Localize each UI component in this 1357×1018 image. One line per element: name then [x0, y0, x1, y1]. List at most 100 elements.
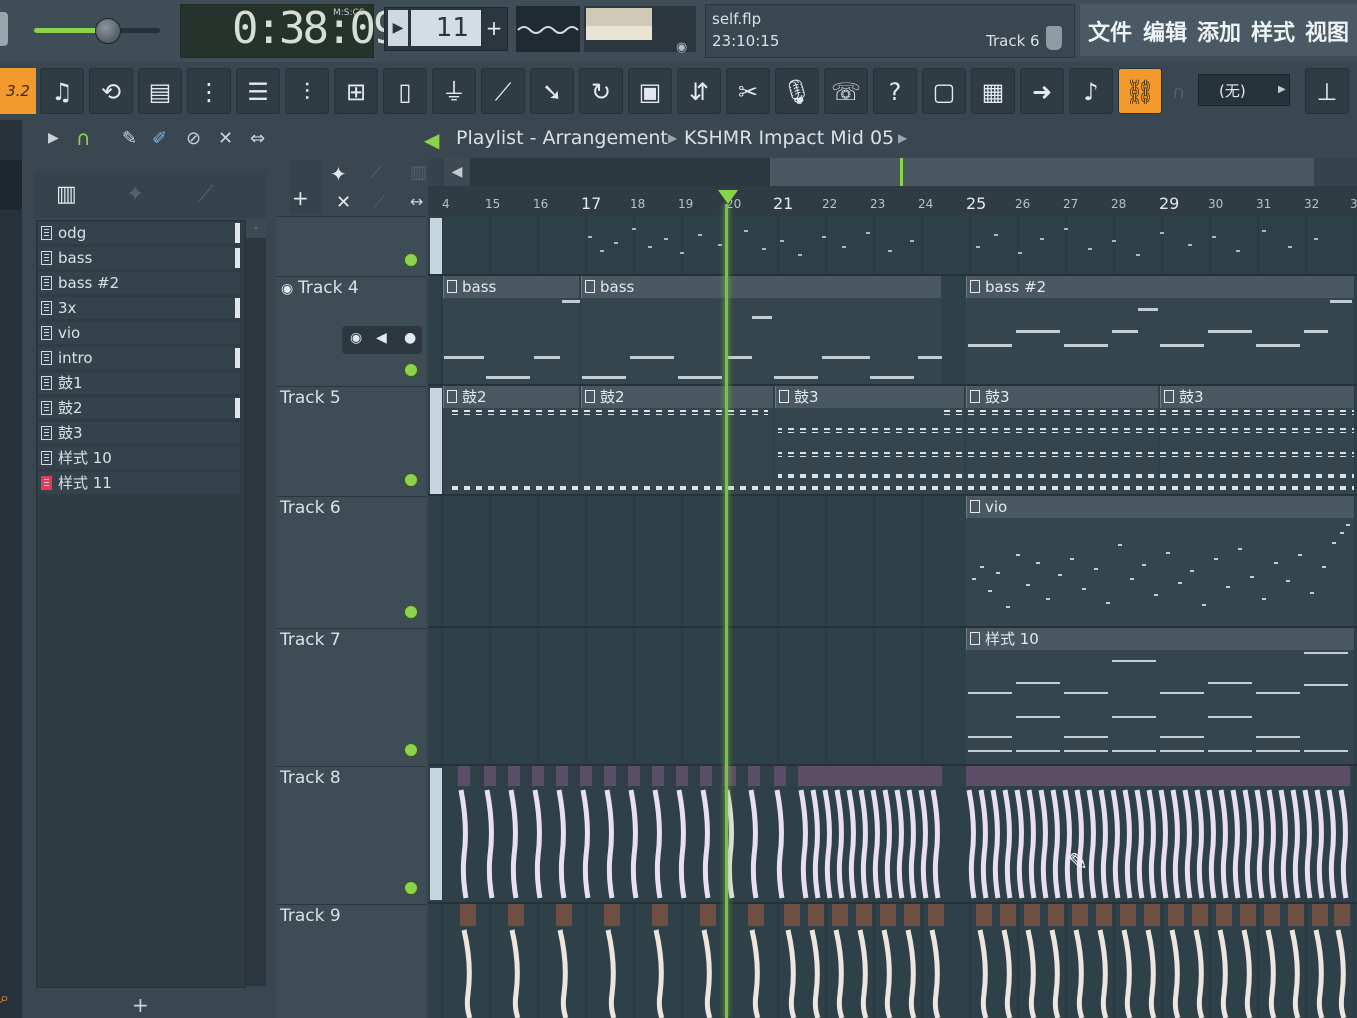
piano-icon[interactable]: ▥: [410, 162, 427, 183]
add-track-button[interactable]: +: [292, 186, 309, 210]
clip-header[interactable]: 样式 10: [966, 628, 1354, 650]
clip-header[interactable]: 鼓2: [443, 386, 579, 408]
curve-icon[interactable]: ⟋: [374, 192, 385, 212]
scroll-minus-button[interactable]: -: [246, 220, 266, 238]
pattern-item[interactable]: vio: [38, 322, 240, 344]
track-enable-led[interactable]: [404, 253, 418, 267]
master-volume-knob[interactable]: [95, 18, 121, 44]
pattern-list-scrollbar[interactable]: [246, 220, 266, 986]
chevron-left-icon[interactable]: ◀: [444, 158, 470, 186]
pencil-icon[interactable]: ✎: [122, 128, 137, 149]
stretch-icon[interactable]: ↔: [410, 192, 423, 211]
pattern-item[interactable]: 3x: [38, 297, 240, 319]
clip-header[interactable]: 鼓3: [775, 386, 964, 408]
clip-header[interactable]: 鼓3: [1160, 386, 1354, 408]
pattern-item[interactable]: bass #2: [38, 272, 240, 294]
track-name[interactable]: Track 6: [280, 498, 341, 518]
mute-icon[interactable]: ✕: [218, 128, 233, 149]
track-name[interactable]: Track 9: [280, 906, 341, 926]
pattern-selector[interactable]: (无): [1198, 74, 1290, 106]
render-icon[interactable]: ⇵: [677, 68, 721, 114]
clipboard-icon[interactable]: ▯: [383, 68, 427, 114]
mixer-icon[interactable]: ⫶: [285, 68, 329, 114]
overview-selection[interactable]: [770, 158, 1314, 186]
magnet-icon[interactable]: ∩: [76, 126, 91, 150]
pattern-item[interactable]: 鼓1: [38, 372, 240, 394]
keyboard-icon[interactable]: ▦: [971, 68, 1015, 114]
play-triangle-icon[interactable]: ▶: [388, 10, 408, 46]
pattern-item[interactable]: 样式 10: [38, 447, 240, 469]
download-icon[interactable]: ➘: [530, 68, 574, 114]
speaker-icon[interactable]: ◀: [424, 128, 439, 152]
piano-keys-icon[interactable]: ▥: [56, 182, 77, 207]
pattern-item[interactable]: bass: [38, 247, 240, 269]
automation-icon[interactable]: ⟋: [198, 182, 213, 207]
track-name[interactable]: Track 4: [298, 278, 359, 298]
tempo-field[interactable]: 11: [411, 10, 481, 46]
clip-header[interactable]: bass #2: [966, 276, 1354, 298]
audio-wave-icon[interactable]: ✦: [330, 162, 347, 186]
pattern-item[interactable]: odg: [38, 222, 240, 244]
add-pattern-button[interactable]: +: [132, 993, 149, 1017]
help-icon[interactable]: ?: [873, 68, 917, 114]
clip-header[interactable]: bass: [443, 276, 579, 298]
search-icon[interactable]: ⌕: [0, 988, 9, 1008]
window-icon[interactable]: ▢: [922, 68, 966, 114]
solo-dot-icon[interactable]: ●: [404, 330, 416, 346]
track-enable-led[interactable]: [404, 473, 418, 487]
slip-icon[interactable]: ⇔: [250, 128, 265, 149]
plugin-icon[interactable]: ⏚: [432, 68, 476, 114]
clip-header[interactable]: 鼓3: [966, 386, 1158, 408]
pitch-display[interactable]: 3.2: [0, 68, 36, 114]
audio-clip-icon[interactable]: ✦: [126, 182, 144, 207]
step-seq-icon[interactable]: ▤: [138, 68, 182, 114]
cut-icon[interactable]: ✂: [726, 68, 770, 114]
piano-roll-icon[interactable]: ♫: [40, 68, 84, 114]
eye-icon[interactable]: ◉: [676, 40, 687, 55]
clip-header[interactable]: 鼓2: [581, 386, 773, 408]
track-enable-led[interactable]: [404, 363, 418, 377]
chat-icon[interactable]: ☏: [824, 68, 868, 114]
channel-rack-icon[interactable]: ⟲: [89, 68, 133, 114]
stamp-icon[interactable]: ⊥: [1305, 68, 1349, 114]
pattern-item[interactable]: intro: [38, 347, 240, 369]
graph-icon[interactable]: ⟋: [481, 68, 525, 114]
arrow-right-icon[interactable]: ➜: [1020, 68, 1064, 114]
menu-patterns[interactable]: 样式: [1251, 15, 1295, 47]
track-name[interactable]: Track 5: [280, 388, 341, 408]
link-icon[interactable]: ⛓: [1118, 68, 1162, 114]
pattern-item-selected[interactable]: 样式 11: [38, 472, 240, 494]
project-tree-icon[interactable]: ⊞: [334, 68, 378, 114]
playlist-icon[interactable]: ⋮: [187, 68, 231, 114]
menu-edit[interactable]: 编辑: [1143, 15, 1187, 47]
time-format-label[interactable]: M:S:CS: [333, 8, 365, 18]
current-pattern[interactable]: KSHMR Impact Mid 05: [684, 127, 894, 149]
track-enable-led[interactable]: [404, 743, 418, 757]
delete-icon[interactable]: ⊘: [186, 128, 201, 149]
clip-header[interactable]: vio: [966, 496, 1354, 518]
sidebar-tab[interactable]: [0, 160, 22, 210]
pattern-item[interactable]: 鼓3: [38, 422, 240, 444]
track-header[interactable]: [276, 216, 426, 276]
menu-arrow-icon[interactable]: ▶: [48, 130, 59, 146]
volume-icon[interactable]: ◀: [376, 330, 387, 346]
close-icon[interactable]: ✕: [336, 192, 351, 213]
menu-view[interactable]: 视图: [1305, 15, 1349, 47]
menu-file[interactable]: 文件: [1088, 15, 1132, 47]
refresh-icon[interactable]: ↻: [579, 68, 623, 114]
automation-curve-icon[interactable]: ⟋: [370, 162, 383, 183]
track-name[interactable]: Track 8: [280, 768, 341, 788]
track-enable-led[interactable]: [404, 881, 418, 895]
tempo-plus-button[interactable]: +: [484, 10, 504, 46]
browser-icon[interactable]: ☰: [236, 68, 280, 114]
track-enable-led[interactable]: [404, 605, 418, 619]
wand-icon[interactable]: ♪: [1069, 68, 1113, 114]
record-speaker-icon[interactable]: ◉: [350, 330, 362, 346]
clip-header[interactable]: bass: [581, 276, 941, 298]
playhead-marker[interactable]: [718, 190, 738, 204]
pattern-item[interactable]: 鼓2: [38, 397, 240, 419]
menu-add[interactable]: 添加: [1197, 15, 1241, 47]
paint-icon[interactable]: ✐: [152, 128, 167, 149]
microphone-icon[interactable]: 🎙: [775, 68, 819, 114]
track-name[interactable]: Track 7: [280, 630, 341, 650]
